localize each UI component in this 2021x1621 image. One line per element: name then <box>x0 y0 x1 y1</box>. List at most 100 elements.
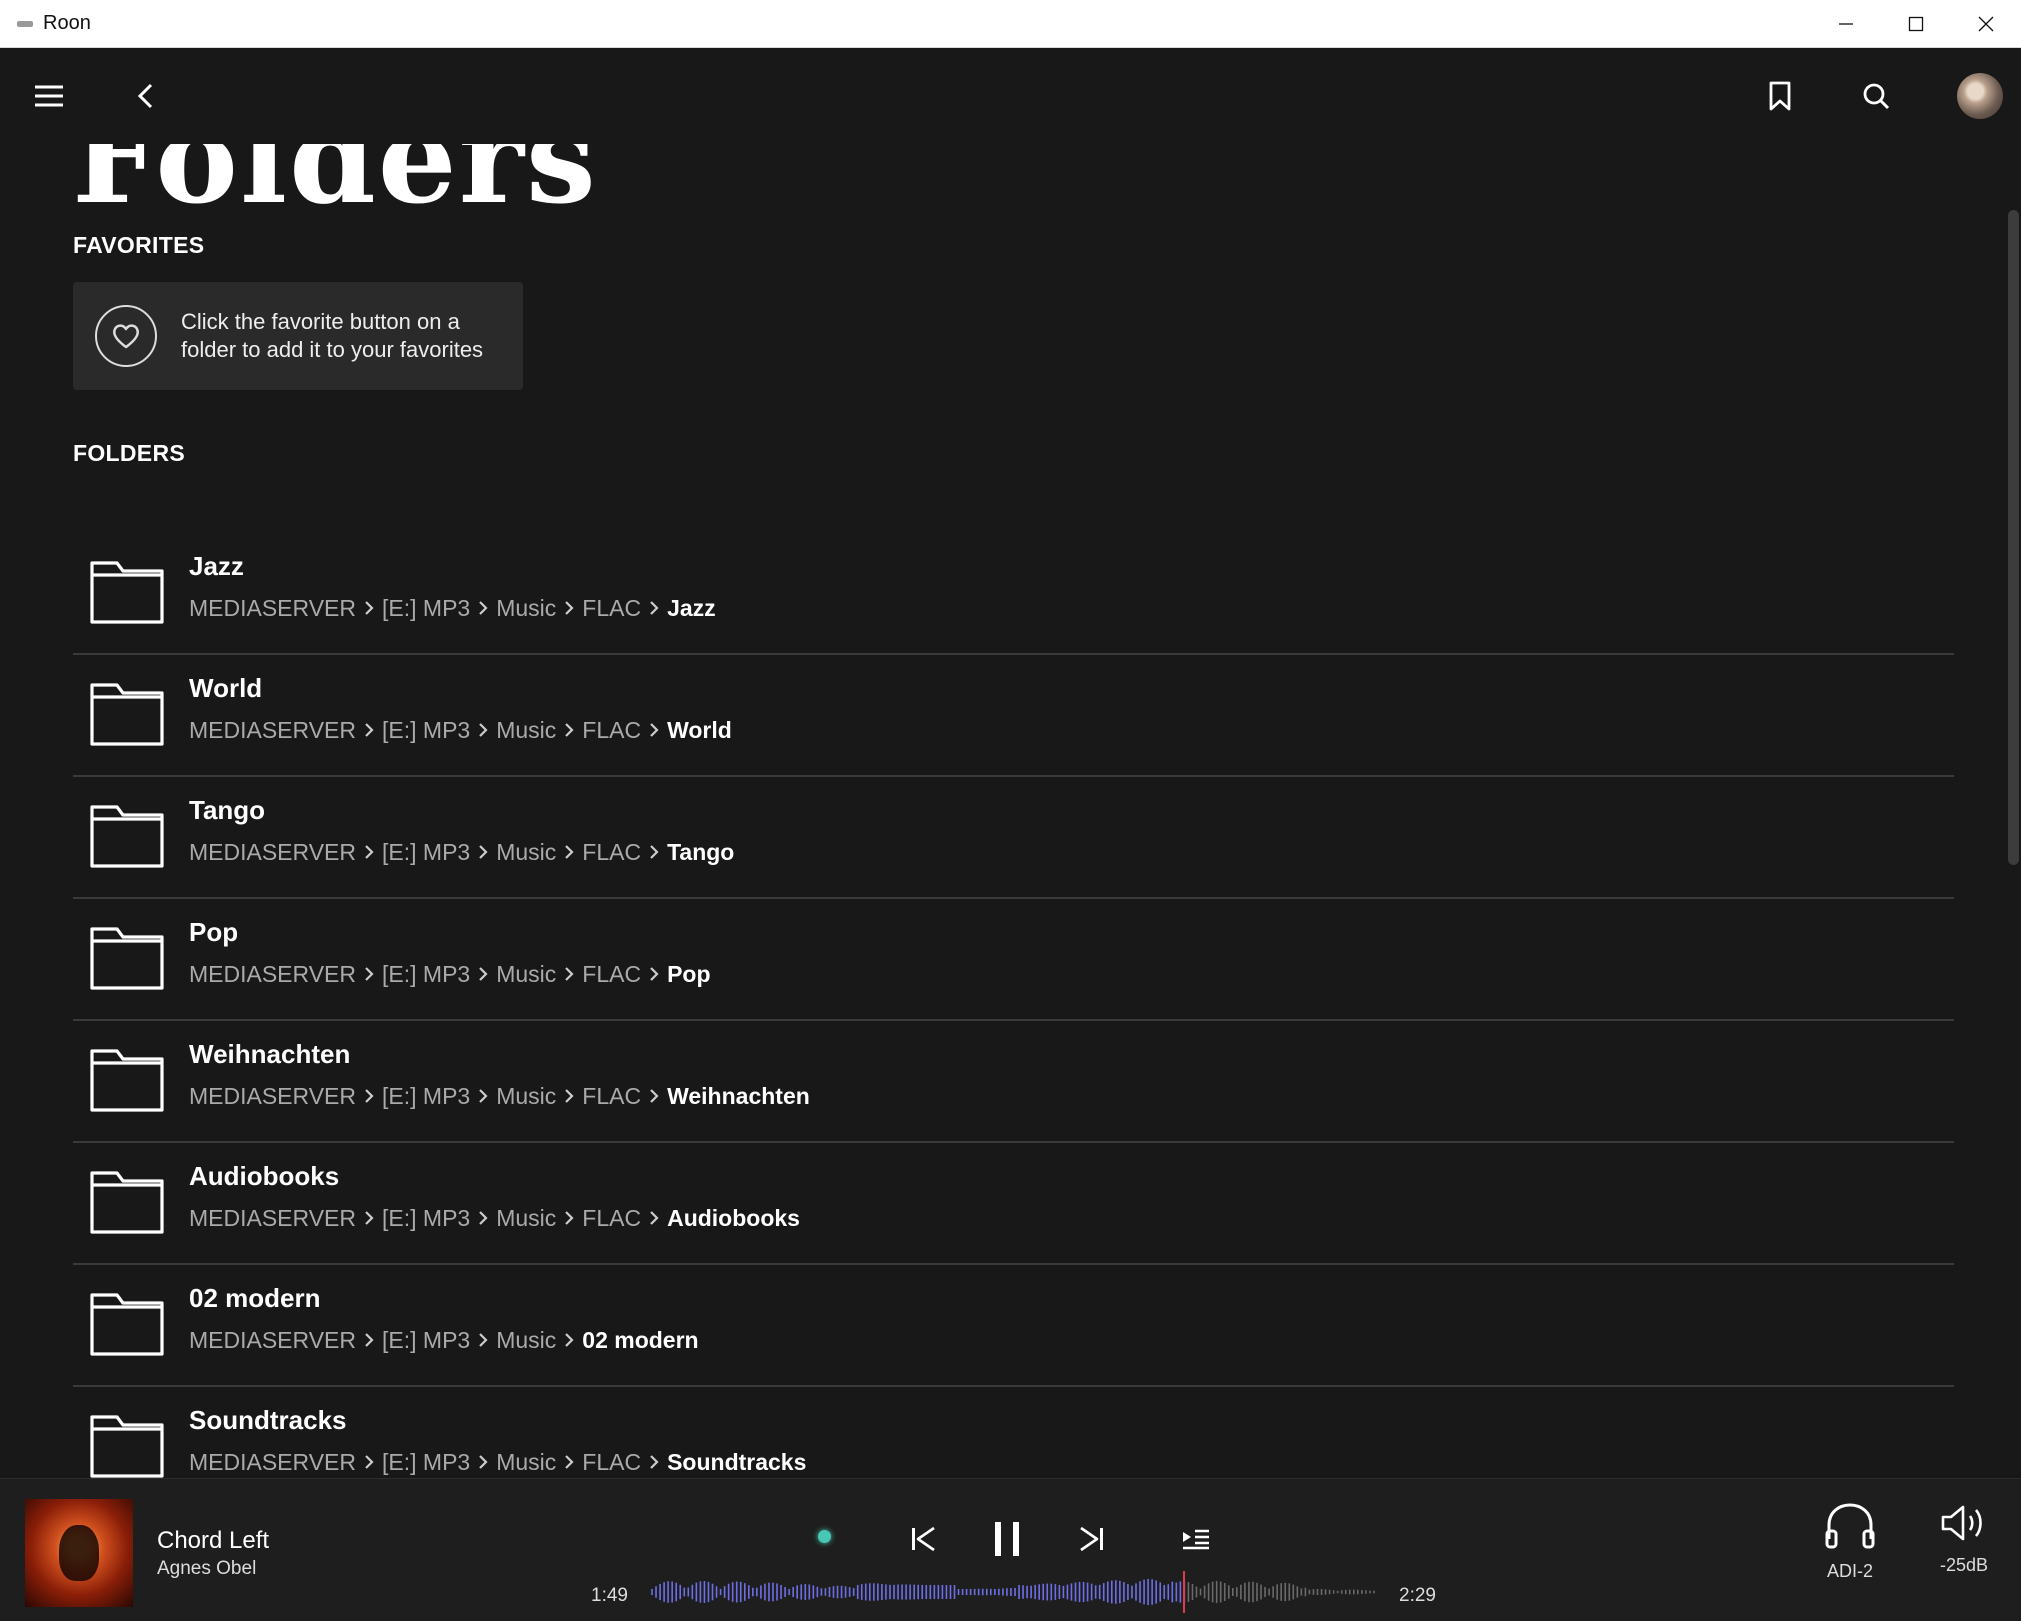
breadcrumb-item[interactable]: [E:] MP3 <box>382 717 470 744</box>
folder-row[interactable]: Pop MEDIASERVER [E:] MP3 Music FLAC Pop <box>73 899 1954 1021</box>
folder-row[interactable]: 02 modern MEDIASERVER [E:] MP3 Music 02 mode… <box>73 1265 1954 1387</box>
search-button[interactable] <box>1848 68 1904 124</box>
main-content[interactable]: Folders FAVORITES Click the favorite but… <box>0 48 2006 1478</box>
breadcrumb-item[interactable]: Music <box>496 839 556 866</box>
folder-icon <box>90 927 164 990</box>
favorites-heading: FAVORITES <box>73 232 205 258</box>
album-art[interactable] <box>25 1499 133 1607</box>
breadcrumb-item[interactable]: Music <box>496 961 556 988</box>
breadcrumb-item[interactable]: FLAC <box>582 595 641 622</box>
breadcrumb-item[interactable]: MEDIASERVER <box>189 961 356 988</box>
breadcrumb-item[interactable]: MEDIASERVER <box>189 1205 356 1232</box>
signal-path-indicator[interactable] <box>818 1530 831 1543</box>
chevron-right-icon <box>560 839 578 866</box>
breadcrumb-item[interactable]: [E:] MP3 <box>382 595 470 622</box>
breadcrumb-item[interactable]: [E:] MP3 <box>382 1327 470 1354</box>
folder-path-breadcrumb: MEDIASERVER [E:] MP3 Music FLAC Jazz <box>189 595 716 622</box>
breadcrumb-item[interactable]: [E:] MP3 <box>382 1449 470 1476</box>
breadcrumb-item[interactable]: FLAC <box>582 961 641 988</box>
maximize-button[interactable] <box>1881 0 1951 48</box>
seek-waveform[interactable] <box>650 1571 1380 1613</box>
breadcrumb-item[interactable]: FLAC <box>582 839 641 866</box>
bookmarks-button[interactable] <box>1752 68 1808 124</box>
folder-row[interactable]: Audiobooks MEDIASERVER [E:] MP3 Music FLAC Au… <box>73 1143 1954 1265</box>
scrollbar-thumb[interactable] <box>2008 210 2019 865</box>
close-button[interactable] <box>1951 0 2021 48</box>
window-title: Roon <box>43 12 91 34</box>
breadcrumb-item[interactable]: Weihnachten <box>667 1083 810 1110</box>
breadcrumb-item[interactable]: 02 modern <box>582 1327 698 1354</box>
heart-icon <box>95 305 157 367</box>
breadcrumb-item[interactable]: MEDIASERVER <box>189 595 356 622</box>
breadcrumb-item[interactable]: FLAC <box>582 1449 641 1476</box>
breadcrumb-item[interactable]: FLAC <box>582 1083 641 1110</box>
folder-name: Jazz <box>189 551 244 581</box>
folder-row[interactable]: World MEDIASERVER [E:] MP3 Music FLAC World <box>73 655 1954 777</box>
chevron-right-icon <box>360 961 378 988</box>
breadcrumb-item[interactable]: MEDIASERVER <box>189 1327 356 1354</box>
breadcrumb-item[interactable]: [E:] MP3 <box>382 1205 470 1232</box>
hamburger-icon <box>35 85 63 107</box>
chevron-right-icon <box>360 595 378 622</box>
chevron-right-icon <box>360 1449 378 1476</box>
breadcrumb-item[interactable]: Audiobooks <box>667 1205 800 1232</box>
favorites-hint-text: Click the favorite button on a folder to… <box>181 309 484 362</box>
pause-button[interactable] <box>977 1509 1037 1569</box>
queue-button[interactable] <box>1166 1509 1226 1569</box>
breadcrumb-item[interactable]: World <box>667 717 732 744</box>
chevron-right-icon <box>560 961 578 988</box>
breadcrumb-item[interactable]: Tango <box>667 839 734 866</box>
breadcrumb-item[interactable]: FLAC <box>582 1205 641 1232</box>
breadcrumb-item[interactable]: [E:] MP3 <box>382 961 470 988</box>
folder-name: Audiobooks <box>189 1161 340 1191</box>
folder-icon <box>90 1171 164 1234</box>
breadcrumb-item[interactable]: MEDIASERVER <box>189 839 356 866</box>
folder-row[interactable]: Soundtracks MEDIASERVER [E:] MP3 Music FLAC S… <box>73 1387 1954 1478</box>
folder-row[interactable]: Weihnachten MEDIASERVER [E:] MP3 Music FLAC W… <box>73 1021 1954 1143</box>
chevron-right-icon <box>645 717 663 744</box>
chevron-right-icon <box>360 839 378 866</box>
folder-icon <box>90 1293 164 1356</box>
chevron-right-icon <box>645 1205 663 1232</box>
breadcrumb-item[interactable]: MEDIASERVER <box>189 1449 356 1476</box>
breadcrumb-item[interactable]: MEDIASERVER <box>189 717 356 744</box>
folder-icon <box>90 805 164 868</box>
chevron-right-icon <box>645 1083 663 1110</box>
breadcrumb-item[interactable]: FLAC <box>582 717 641 744</box>
breadcrumb-item[interactable]: Music <box>496 1449 556 1476</box>
track-title[interactable]: Chord Left <box>157 1527 269 1555</box>
folder-path-breadcrumb: MEDIASERVER [E:] MP3 Music FLAC Tango <box>189 839 734 866</box>
chevron-right-icon <box>474 839 492 866</box>
chevron-right-icon <box>474 1449 492 1476</box>
chevron-right-icon <box>474 1205 492 1232</box>
folder-row[interactable]: Jazz MEDIASERVER [E:] MP3 Music FLAC Jazz <box>73 533 1954 655</box>
minimize-icon <box>1839 23 1853 25</box>
breadcrumb-item[interactable]: Music <box>496 717 556 744</box>
breadcrumb-item[interactable]: MEDIASERVER <box>189 1083 356 1110</box>
chevron-right-icon <box>360 1083 378 1110</box>
breadcrumb-item[interactable]: [E:] MP3 <box>382 839 470 866</box>
chevron-right-icon <box>560 1449 578 1476</box>
breadcrumb-item[interactable]: [E:] MP3 <box>382 1083 470 1110</box>
folder-path-breadcrumb: MEDIASERVER [E:] MP3 Music FLAC Audiobooks <box>189 1205 800 1232</box>
breadcrumb-item[interactable]: Soundtracks <box>667 1449 806 1476</box>
menu-button[interactable] <box>21 68 77 124</box>
chevron-left-icon <box>137 83 153 109</box>
back-button[interactable] <box>118 68 174 124</box>
output-device-button[interactable]: ADI-2 <box>1800 1501 1900 1582</box>
next-track-button[interactable] <box>1062 1509 1122 1569</box>
breadcrumb-item[interactable]: Music <box>496 1083 556 1110</box>
chevron-right-icon <box>645 961 663 988</box>
minimize-button[interactable] <box>1811 0 1881 48</box>
volume-icon <box>1941 1505 1982 1541</box>
breadcrumb-item[interactable]: Jazz <box>667 595 716 622</box>
breadcrumb-item[interactable]: Music <box>496 1327 556 1354</box>
breadcrumb-item[interactable]: Music <box>496 595 556 622</box>
breadcrumb-item[interactable]: Pop <box>667 961 710 988</box>
track-artist[interactable]: Agnes Obel <box>157 1558 256 1580</box>
volume-button[interactable]: -25dB <box>1914 1501 2014 1576</box>
breadcrumb-item[interactable]: Music <box>496 1205 556 1232</box>
user-avatar[interactable] <box>1957 73 2003 119</box>
previous-track-button[interactable] <box>893 1509 953 1569</box>
folder-row[interactable]: Tango MEDIASERVER [E:] MP3 Music FLAC Tango <box>73 777 1954 899</box>
